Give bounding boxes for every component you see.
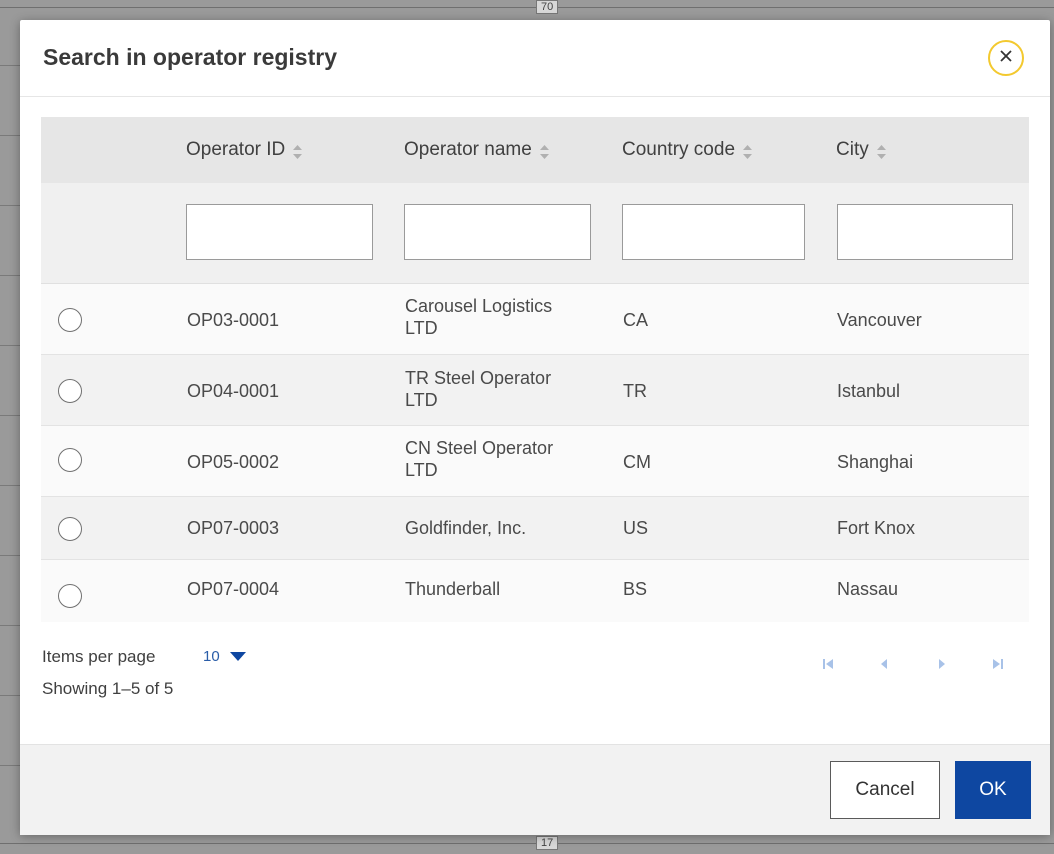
- background-row-line: [0, 345, 20, 346]
- city-cell: Fort Knox: [837, 518, 916, 538]
- pagination-info: Items per page 10 Showing 1–5 of 5: [42, 647, 246, 698]
- items-per-page-select[interactable]: 10: [203, 648, 246, 665]
- background-row-line: [0, 765, 20, 766]
- table-header: Operator ID Operator name Country code C…: [41, 117, 1029, 183]
- background-row-line: [0, 65, 20, 66]
- table-row[interactable]: OP05-0002 CN Steel Operator LTD CM Shang…: [41, 426, 1029, 497]
- background-row-line: [0, 555, 20, 556]
- operator-name-line: LTD: [405, 318, 438, 338]
- row-select-radio[interactable]: [58, 448, 82, 472]
- city-cell: Vancouver: [837, 310, 922, 330]
- caret-down-icon: [229, 651, 246, 662]
- operator-name-line: Goldfinder, Inc.: [405, 518, 527, 538]
- background-row-line: [0, 135, 20, 136]
- operator-name-cell: Goldfinder, Inc.: [405, 517, 526, 539]
- close-button[interactable]: [988, 40, 1024, 76]
- operator-search-dialog: Search in operator registry Operator ID …: [20, 20, 1050, 835]
- sort-icon: [293, 143, 303, 159]
- background-row-line: [0, 205, 20, 206]
- row-select-radio[interactable]: [58, 517, 82, 541]
- background-divider: [0, 843, 1054, 844]
- country-code-cell: TR: [623, 381, 647, 401]
- operator-id-filter-input[interactable]: [186, 204, 373, 260]
- first-page-button[interactable]: [816, 656, 840, 676]
- operator-name-cell: CN Steel Operator LTD: [405, 437, 553, 481]
- background-row-line: [0, 695, 20, 696]
- country-code-cell: BS: [623, 579, 648, 599]
- table-row[interactable]: OP03-0001 Carousel Logistics LTD CA Vanc…: [41, 284, 1029, 355]
- column-header-city[interactable]: City: [836, 139, 886, 161]
- background-row-line: [0, 625, 20, 626]
- operator-id-cell: OP04-0001: [187, 381, 280, 401]
- background-divider: [0, 7, 1054, 8]
- table-row[interactable]: OP07-0004 Thunderball BS Nassau: [41, 560, 1029, 622]
- column-header-operator-name[interactable]: Operator name: [404, 139, 549, 161]
- sort-icon: [539, 143, 549, 159]
- row-select-radio[interactable]: [58, 584, 82, 608]
- operator-id-cell: OP07-0003: [187, 518, 280, 538]
- filter-row: [41, 183, 1029, 284]
- column-header-label: Operator name: [404, 139, 532, 160]
- dialog-header: Search in operator registry: [20, 20, 1050, 97]
- cancel-button[interactable]: Cancel: [830, 761, 940, 819]
- dialog-footer: Cancel OK: [20, 744, 1050, 835]
- background-row-line: [0, 415, 20, 416]
- row-select-radio[interactable]: [58, 379, 82, 403]
- row-select-radio[interactable]: [58, 308, 82, 332]
- operator-name-line: Carousel Logistics: [405, 296, 553, 316]
- background-row-line: [0, 275, 20, 276]
- column-header-country-code[interactable]: Country code: [622, 139, 753, 161]
- operator-table: Operator ID Operator name Country code C…: [41, 117, 1029, 622]
- city-cell: Istanbul: [837, 381, 901, 401]
- operator-id-cell: OP07-0004: [187, 579, 280, 599]
- sort-icon: [876, 143, 886, 159]
- background-page-tag: 70: [536, 0, 559, 14]
- country-code-cell: CM: [623, 452, 651, 472]
- column-header-label: Operator ID: [186, 139, 286, 160]
- operator-name-cell: Carousel Logistics LTD: [405, 295, 552, 339]
- close-icon: [998, 48, 1014, 69]
- city-cell: Shanghai: [837, 452, 914, 472]
- column-header-label: Country code: [622, 139, 736, 160]
- operator-name-line: Thunderball: [405, 579, 501, 599]
- showing-count: Showing 1–5 of 5: [42, 679, 174, 698]
- ok-button[interactable]: OK: [955, 761, 1031, 819]
- operator-name-line: TR Steel Operator: [405, 368, 552, 388]
- city-cell: Nassau: [837, 579, 899, 599]
- sort-icon: [743, 143, 753, 159]
- operator-id-cell: OP03-0001: [187, 310, 280, 330]
- city-filter-input[interactable]: [837, 204, 1013, 260]
- first-page-icon: [822, 657, 834, 676]
- country-code-cell: US: [623, 518, 649, 538]
- operator-name-filter-input[interactable]: [404, 204, 591, 260]
- table-row[interactable]: OP07-0003 Goldfinder, Inc. US Fort Knox: [41, 497, 1029, 560]
- prev-page-icon: [879, 657, 889, 676]
- background-row-line: [0, 485, 20, 486]
- items-per-page-label: Items per page: [42, 647, 156, 666]
- next-page-button[interactable]: [930, 656, 954, 676]
- operator-name-line: CN Steel Operator: [405, 438, 554, 458]
- operator-name-line: LTD: [405, 390, 438, 410]
- next-page-icon: [937, 657, 947, 676]
- dialog-title: Search in operator registry: [43, 44, 337, 70]
- country-code-filter-input[interactable]: [622, 204, 805, 260]
- table-row[interactable]: OP04-0001 TR Steel Operator LTD TR Istan…: [41, 355, 1029, 426]
- background-page-tag: 17: [536, 836, 559, 850]
- last-page-icon: [992, 657, 1004, 676]
- last-page-button[interactable]: [986, 656, 1010, 676]
- operator-id-cell: OP05-0002: [187, 452, 280, 472]
- country-code-cell: CA: [623, 310, 649, 330]
- column-header-operator-id[interactable]: Operator ID: [186, 139, 303, 161]
- operator-name-cell: TR Steel Operator LTD: [405, 367, 551, 411]
- operator-name-cell: Thunderball: [405, 578, 500, 600]
- column-header-label: City: [836, 139, 869, 160]
- operator-name-line: LTD: [405, 460, 438, 480]
- items-per-page-value: 10: [203, 648, 220, 665]
- prev-page-button[interactable]: [872, 656, 896, 676]
